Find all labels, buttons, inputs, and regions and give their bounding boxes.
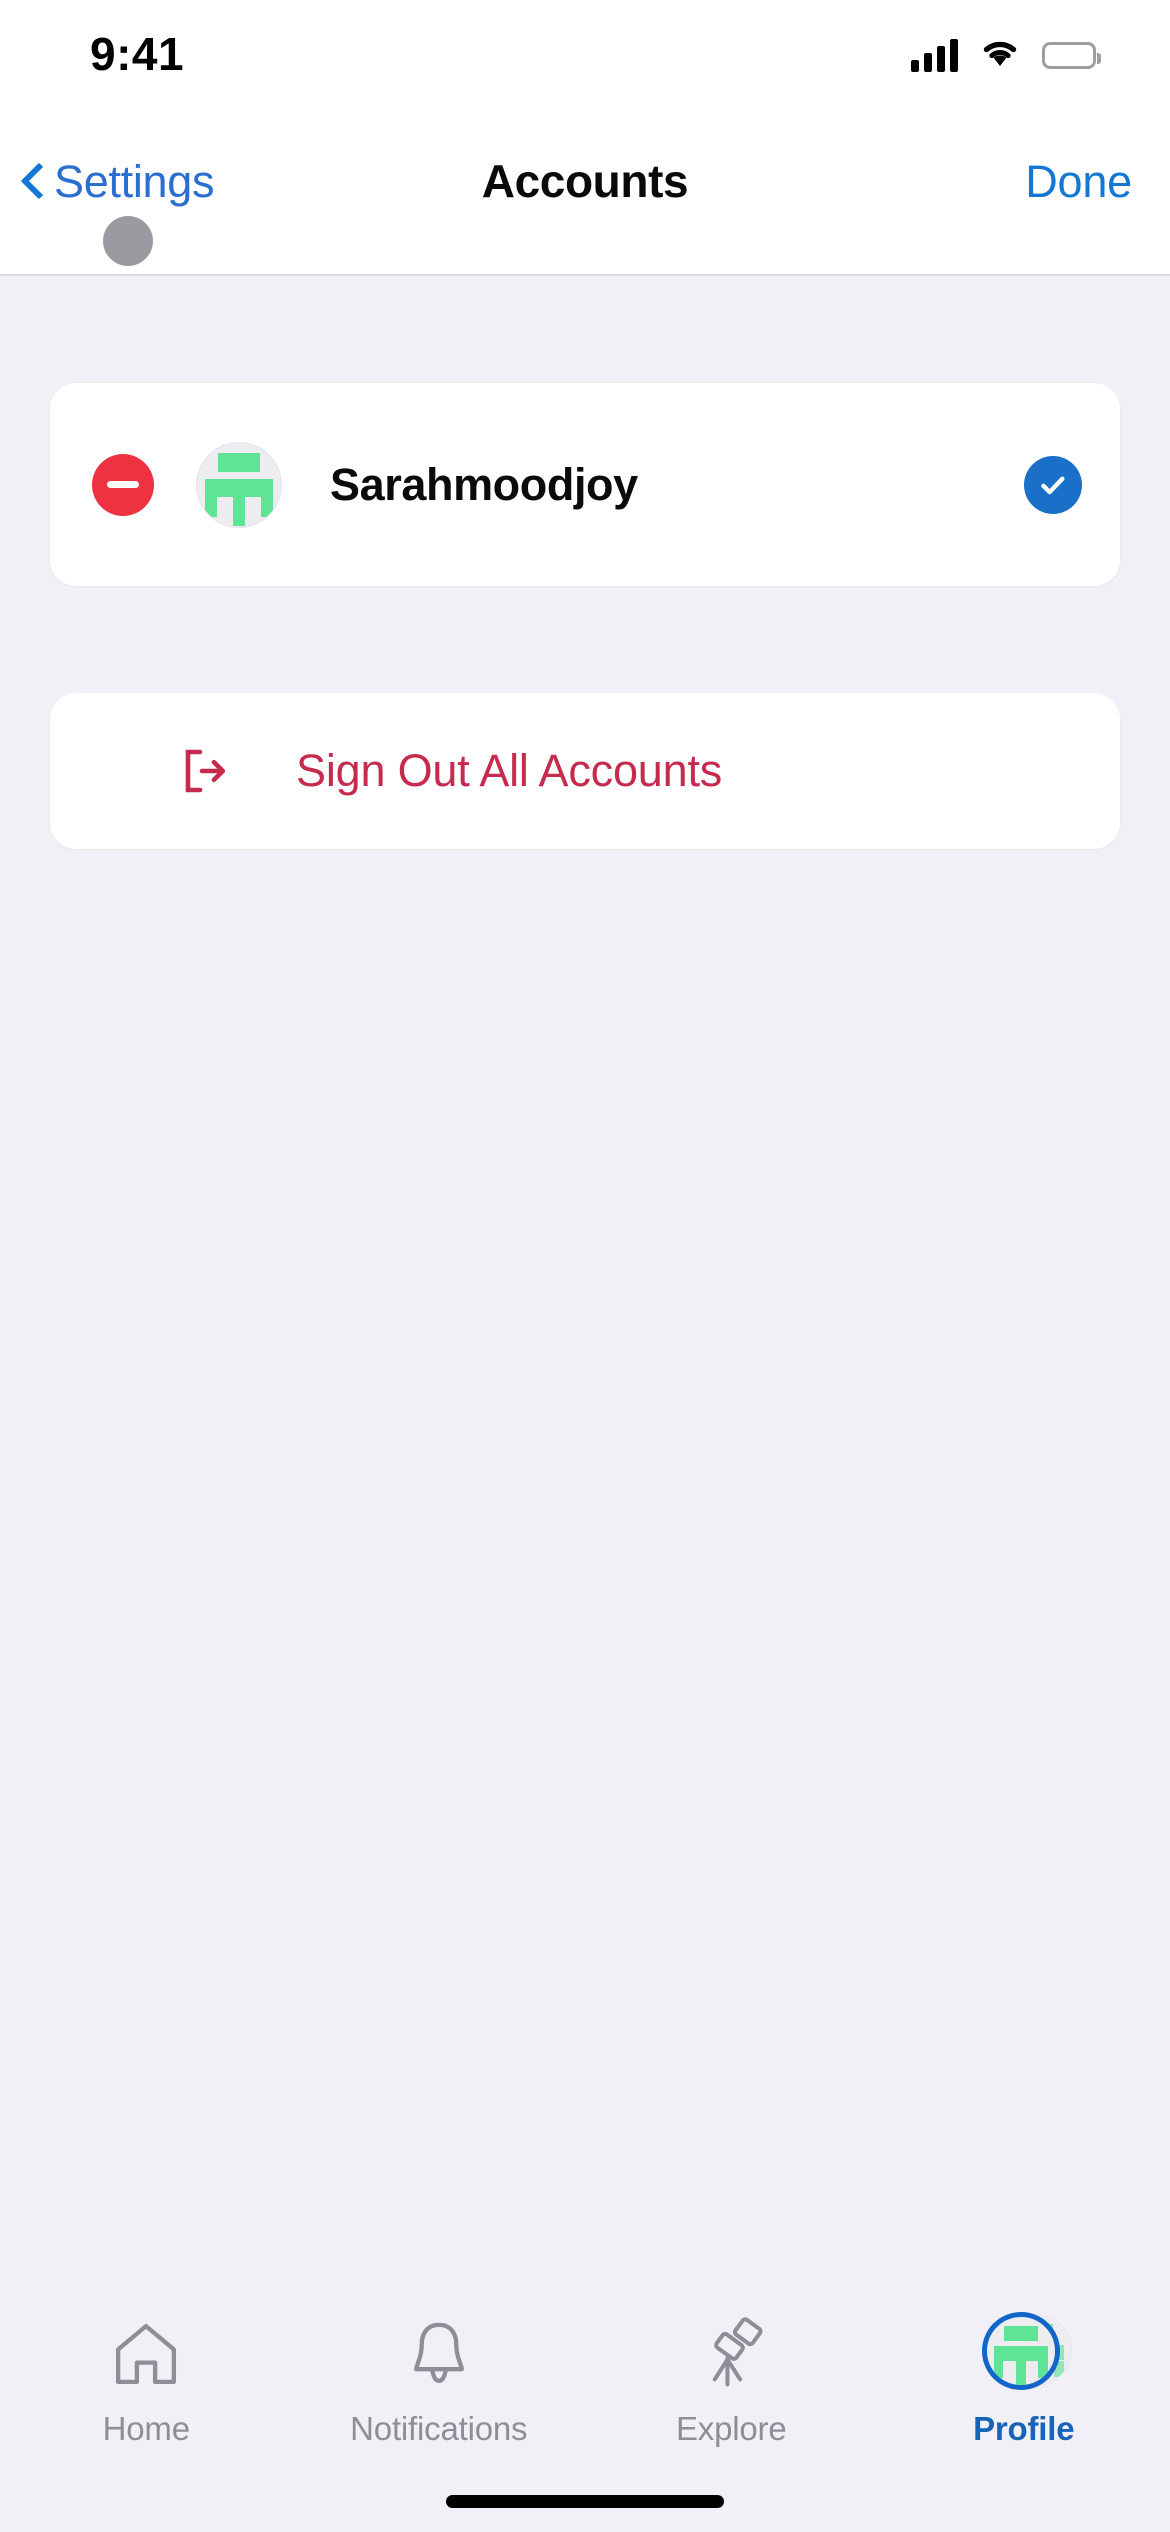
tab-notifications-label: Notifications	[350, 2410, 528, 2447]
account-name: Sarahmoodjoy	[330, 458, 638, 510]
phone-screen: 9:41 Settings Accounts Done Sarahmoodjoy…	[0, 0, 1170, 2532]
check-circle-icon[interactable]	[1024, 455, 1082, 514]
tab-explore[interactable]: Explore	[585, 2312, 878, 2448]
home-indicator[interactable]	[446, 2495, 724, 2508]
status-bar: 9:41	[0, 0, 1170, 100]
status-bar-indicators	[911, 38, 1101, 73]
sign-out-all-accounts-button[interactable]: Sign Out All Accounts	[50, 693, 1120, 849]
minus-circle-icon[interactable]	[92, 453, 154, 516]
touch-cursor	[103, 216, 153, 266]
done-button[interactable]: Done	[1025, 156, 1132, 208]
telescope-icon	[693, 2312, 769, 2396]
avatar-icon	[981, 2312, 1072, 2396]
accounts-list-card: Sarahmoodjoy	[50, 383, 1120, 586]
tab-home[interactable]: Home	[0, 2312, 293, 2448]
home-icon	[108, 2312, 184, 2396]
cellular-bars-icon	[911, 38, 958, 72]
battery-full-icon	[1042, 41, 1101, 69]
avatar	[196, 441, 282, 528]
status-bar-time: 9:41	[90, 28, 185, 80]
tab-home-label: Home	[102, 2410, 190, 2447]
sign-out-card[interactable]: Sign Out All Accounts	[50, 693, 1120, 849]
tab-explore-label: Explore	[676, 2410, 787, 2447]
account-row[interactable]: Sarahmoodjoy	[50, 383, 1120, 586]
sign-out-icon	[176, 745, 228, 797]
bell-icon	[401, 2312, 477, 2396]
content-area: Sarahmoodjoy Sign Out All Accounts	[0, 276, 1170, 2276]
tab-profile[interactable]: Profile	[878, 2312, 1170, 2448]
tab-notifications[interactable]: Notifications	[293, 2312, 586, 2448]
wifi-icon	[980, 38, 1020, 73]
page-title: Accounts	[481, 155, 689, 207]
navigation-bar: Settings Accounts Done	[0, 100, 1170, 276]
sign-out-label: Sign Out All Accounts	[296, 745, 723, 796]
tab-profile-label: Profile	[973, 2410, 1075, 2447]
